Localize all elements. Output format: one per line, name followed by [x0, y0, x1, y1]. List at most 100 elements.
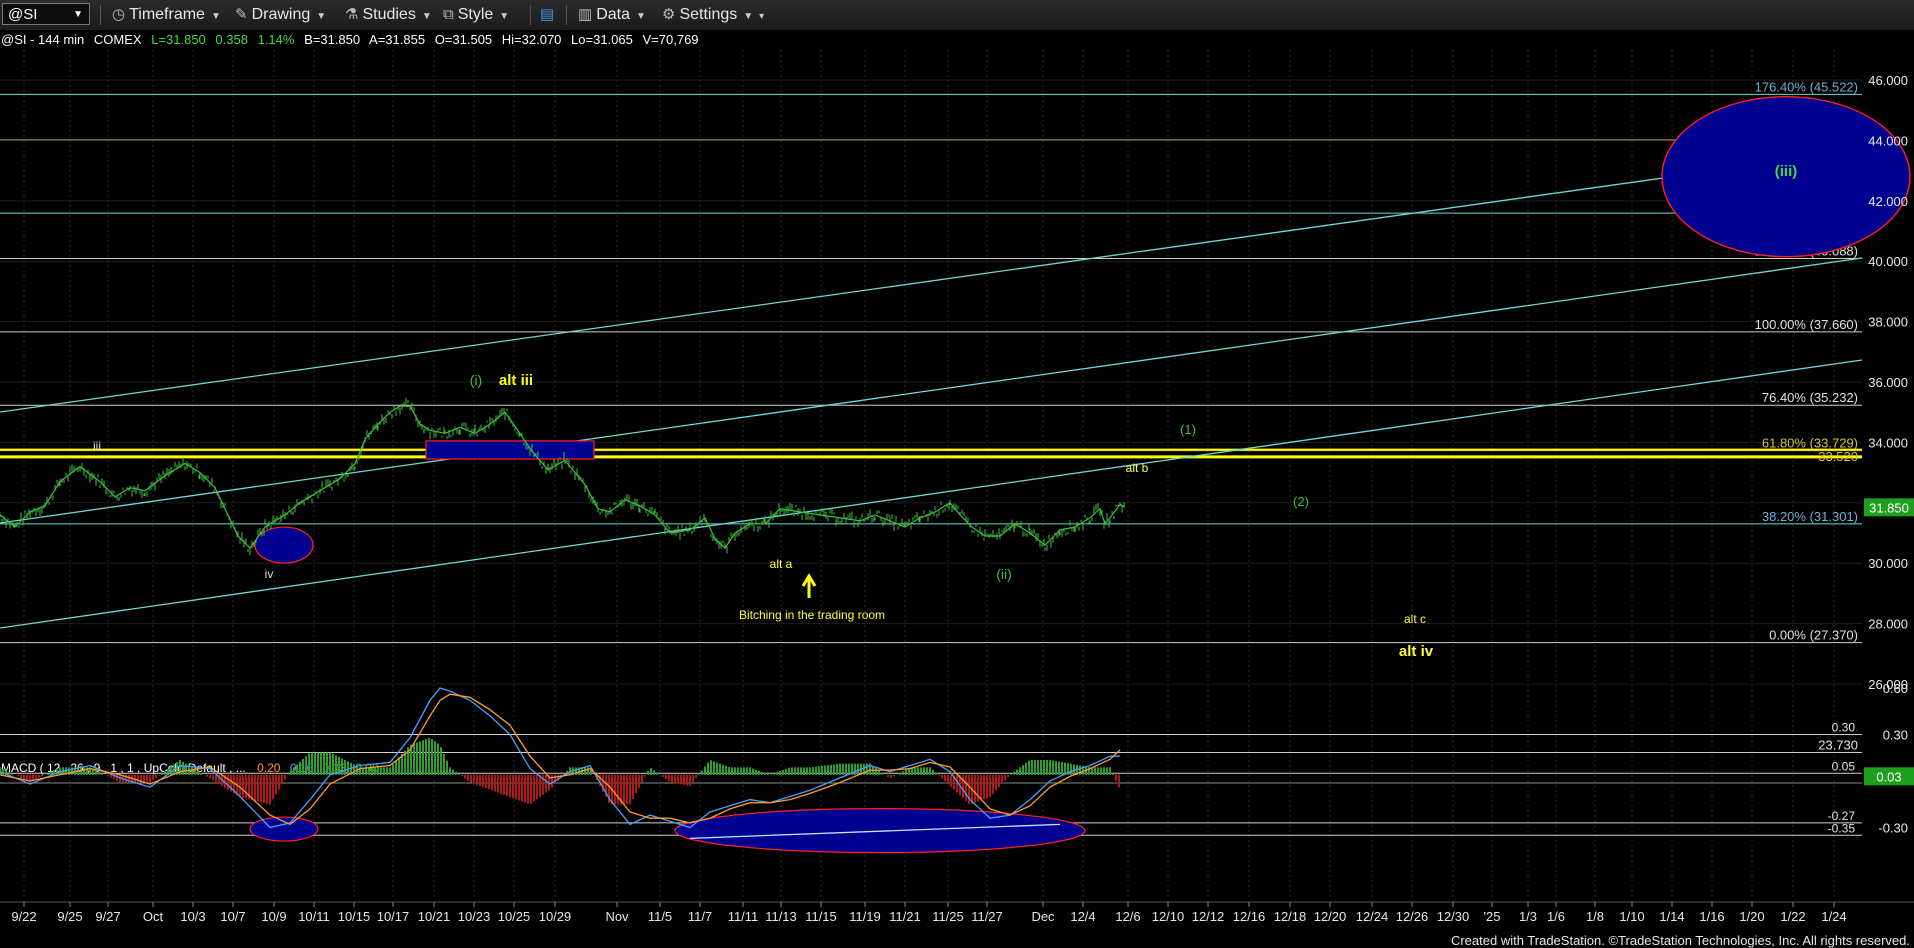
price-tick-label: 28.000 [1868, 617, 1908, 632]
gear-icon: ⚙ [662, 6, 676, 23]
time-tick-label: 12/18 [1274, 909, 1307, 924]
price-tick-label: 40.000 [1868, 254, 1908, 269]
timeframe-button[interactable]: ◷ Timeframe ▼ [112, 0, 221, 30]
time-tick-label: 1/6 [1547, 909, 1565, 924]
chevron-down-icon: ▼ [635, 11, 646, 22]
last-price-label: 31.850 [1869, 500, 1909, 515]
footer-credit: Created with TradeStation. ©TradeStation… [1450, 933, 1910, 948]
time-tick-label: 11/15 [805, 909, 837, 924]
info-open: O=31.505 [435, 32, 492, 47]
time-tick-label: 12/16 [1233, 909, 1266, 924]
pencil-icon: ✎ [235, 6, 248, 23]
chevron-down-icon: ▼ [73, 9, 83, 20]
wave-label: alt a [770, 557, 793, 571]
time-tick-label: 1/3 [1519, 909, 1537, 924]
chevron-down-icon: ▾ [759, 11, 765, 22]
chevron-down-icon: ▼ [421, 11, 432, 22]
time-tick-label: 11/7 [688, 909, 712, 924]
price-tick-label: 30.000 [1868, 556, 1908, 571]
data-button[interactable]: ▥ Data ▼ [578, 0, 646, 30]
symbol-input[interactable]: @SI ▼ [2, 3, 90, 25]
chevron-down-icon: ▼ [210, 11, 221, 22]
settings-label: Settings [679, 6, 738, 23]
time-tick-label: Nov [605, 909, 629, 924]
time-tick-label: 10/11 [298, 909, 330, 924]
price-tick-label: 46.000 [1868, 73, 1908, 88]
timeframe-label: Timeframe [129, 6, 205, 23]
level-label: 0.00% (27.370) [1769, 628, 1858, 643]
bar-chart-icon: ▥ [578, 6, 593, 23]
time-tick-label: 10/7 [220, 909, 245, 924]
studies-label: Studies [362, 6, 416, 23]
level-label: 176.40% (45.522) [1755, 79, 1858, 94]
info-low: Lo=31.065 [571, 32, 633, 47]
style-icon: ⧉ [443, 6, 454, 23]
info-line: @SI - 144 min COMEX L=31.850 0.358 1.14%… [1, 32, 699, 47]
time-tick-label: 10/23 [458, 909, 491, 924]
level-label: 33.520 [1818, 449, 1858, 464]
time-tick-label: 10/15 [338, 909, 371, 924]
studies-button[interactable]: ⚗ Studies ▼ [345, 0, 432, 30]
drawing-button[interactable]: ✎ Drawing ▼ [235, 0, 326, 30]
time-tick-label: 1/16 [1699, 909, 1724, 924]
time-tick-label: 11/27 [971, 909, 1003, 924]
wave-label: iv [265, 567, 274, 581]
time-tick-label: 12/26 [1396, 909, 1429, 924]
time-tick-label: 10/9 [261, 909, 286, 924]
level-label: 76.40% (35.232) [1762, 390, 1858, 405]
toolbar-divider [530, 5, 531, 25]
time-tick-label: 10/29 [539, 909, 572, 924]
clock-icon: ◷ [112, 6, 126, 23]
time-tick-label: 1/22 [1780, 909, 1805, 924]
wave-label: alt c [1404, 612, 1426, 626]
level-label: 100.00% (37.660) [1755, 317, 1858, 332]
time-tick-label: 1/8 [1586, 909, 1604, 924]
wave-label: alt iv [1399, 643, 1434, 660]
support-box[interactable] [425, 440, 595, 460]
time-tick-label: 1/10 [1619, 909, 1644, 924]
macd-ellipse[interactable] [249, 816, 319, 842]
time-tick-label: 11/25 [932, 909, 964, 924]
layout-button[interactable]: ▤ [540, 0, 558, 30]
toolbar: @SI ▼ ◷ Timeframe ▼ ✎ Drawing ▼ ⚗ Studies ▼ ⧉ S… [0, 0, 1914, 31]
time-tick-label: '25 [1484, 909, 1501, 924]
time-tick-label: 9/27 [95, 909, 120, 924]
style-label: Style [457, 6, 494, 23]
data-label: Data [596, 6, 630, 23]
wave-label: (1) [1180, 422, 1196, 437]
wave-label: (2) [1293, 494, 1309, 509]
time-tick-label: 10/3 [180, 909, 205, 924]
info-symbol: @SI - 144 min [1, 32, 84, 47]
time-tick-label: 9/25 [57, 909, 82, 924]
price-tick-label: 44.000 [1868, 133, 1908, 148]
info-volume: V=70,769 [643, 32, 699, 47]
price-tick-label: 42.000 [1868, 194, 1908, 209]
time-tick-label: 12/24 [1356, 909, 1389, 924]
style-button[interactable]: ⧉ Style ▼ [443, 0, 509, 30]
info-exchange: COMEX [94, 32, 142, 47]
time-tick-label: 1/24 [1821, 909, 1846, 924]
time-tick-label: Oct [143, 909, 164, 924]
time-tick-label: 12/12 [1192, 909, 1225, 924]
time-tick-label: 12/6 [1115, 909, 1140, 924]
time-tick-label: 10/17 [377, 909, 410, 924]
info-last: L=31.850 [151, 32, 206, 47]
macd-level-label: 0.05 [1832, 759, 1856, 773]
time-tick-label: 12/10 [1152, 909, 1185, 924]
info-change: 0.358 [215, 32, 248, 47]
time-tick-label: 12/20 [1314, 909, 1347, 924]
wave-label: Bitching in the trading room [739, 608, 885, 622]
time-tick-label: 11/21 [889, 909, 921, 924]
chart-area[interactable]: @SI - 144 min COMEX L=31.850 0.358 1.14%… [0, 30, 1914, 930]
level-label: 38.20% (31.301) [1762, 509, 1858, 524]
wave-label: iii [93, 439, 101, 453]
wave-label: (iii) [1775, 163, 1798, 180]
time-tick-label: 10/21 [418, 909, 451, 924]
time-tick-label: 11/11 [728, 909, 759, 924]
price-tick-label: 36.000 [1868, 375, 1908, 390]
time-tick-label: 11/13 [765, 909, 797, 924]
macd-level-label: 0.30 [1832, 721, 1856, 735]
settings-button[interactable]: ⚙ Settings ▼ ▾ [662, 0, 764, 30]
flask-icon: ⚗ [345, 6, 359, 23]
macd-tick-label: 0.30 [1883, 728, 1908, 743]
